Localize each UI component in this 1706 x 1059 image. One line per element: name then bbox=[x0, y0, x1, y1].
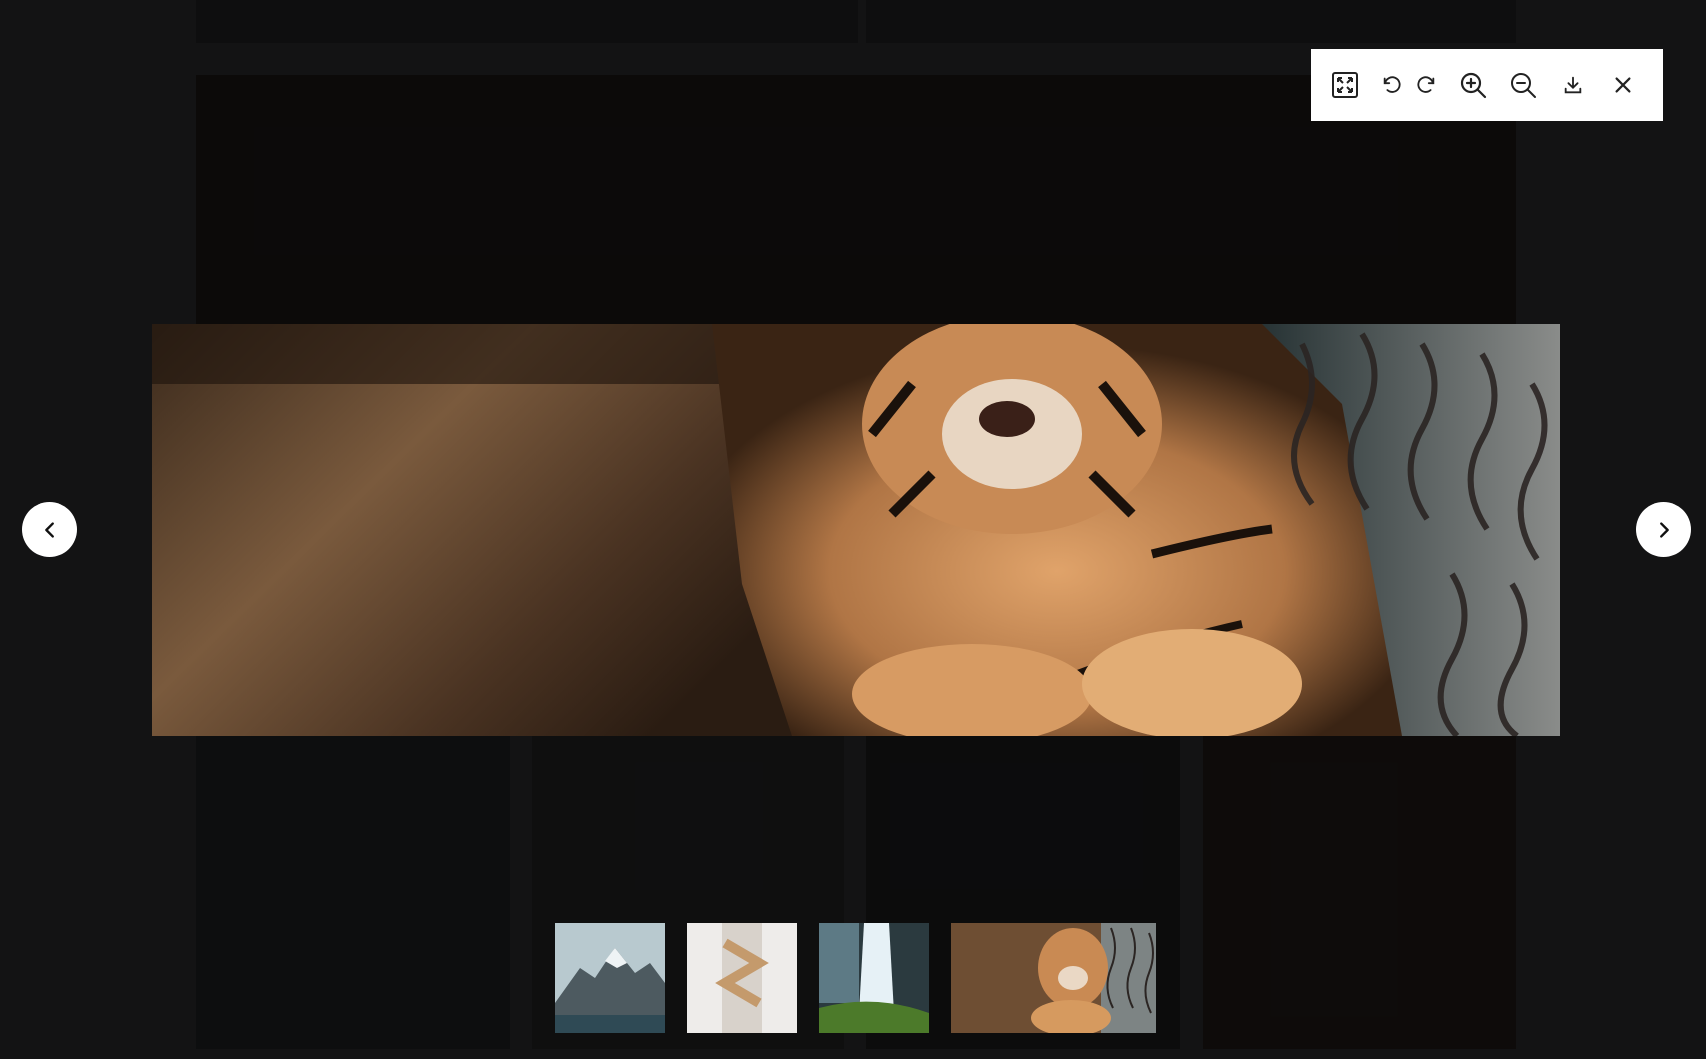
thumbnail-tiger[interactable] bbox=[951, 923, 1156, 1033]
thumbnail-waterfall[interactable] bbox=[819, 923, 929, 1033]
download-icon[interactable] bbox=[1553, 65, 1593, 105]
close-icon[interactable] bbox=[1603, 65, 1643, 105]
fullscreen-icon[interactable] bbox=[1325, 65, 1365, 105]
chevron-right-icon bbox=[1659, 521, 1669, 538]
viewer-toolbar bbox=[1311, 49, 1663, 121]
zoom-out-icon[interactable] bbox=[1503, 65, 1543, 105]
previous-image-button[interactable] bbox=[22, 502, 77, 557]
main-image bbox=[152, 324, 1560, 736]
thumbnail-mountain[interactable] bbox=[555, 923, 665, 1033]
zoom-in-icon[interactable] bbox=[1453, 65, 1493, 105]
rotate-right-icon[interactable] bbox=[1409, 65, 1443, 105]
next-image-button[interactable] bbox=[1636, 502, 1691, 557]
chevron-left-icon bbox=[44, 521, 54, 538]
rotate-left-icon[interactable] bbox=[1375, 65, 1409, 105]
thumbnail-staircase[interactable] bbox=[687, 923, 797, 1033]
